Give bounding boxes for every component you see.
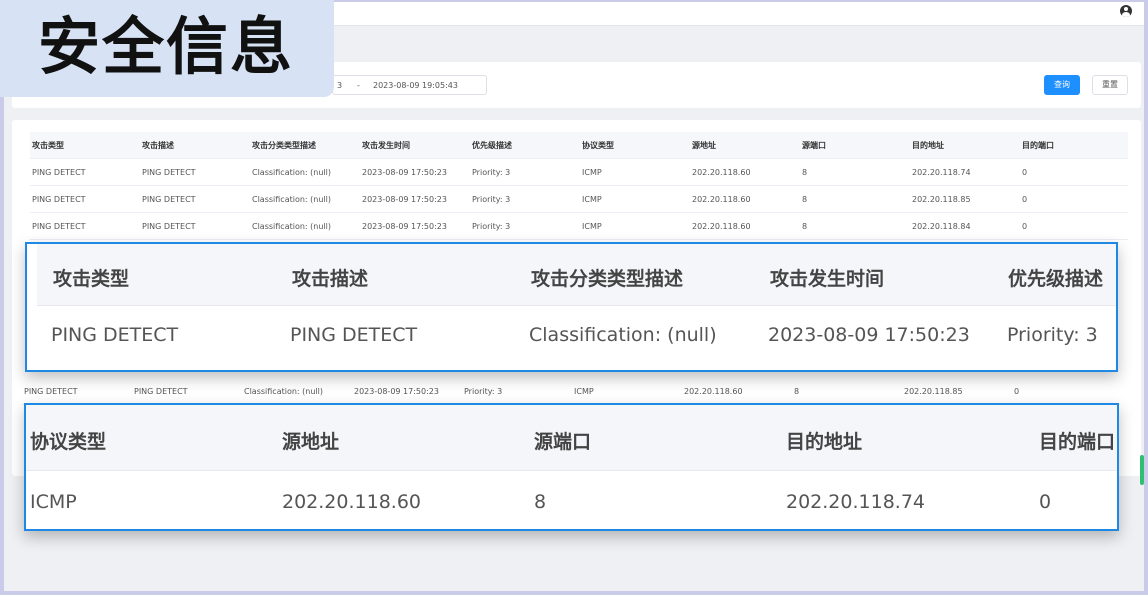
- table-cell: 2023-08-09 17:50:23: [362, 222, 447, 231]
- zoom-value-cell: Priority: 3: [1007, 324, 1098, 346]
- table-cell: PING DETECT: [32, 168, 86, 177]
- zoom-value-cell: 8: [534, 491, 547, 513]
- column-header[interactable]: 攻击分类类型描述: [252, 132, 316, 159]
- user-icon[interactable]: [1120, 5, 1132, 17]
- zoom-header-cell: 攻击类型: [53, 268, 130, 290]
- zoom-value-cell: 202.20.118.74: [786, 491, 926, 513]
- table-cell: PING DETECT: [32, 195, 86, 204]
- table-cell: 202.20.118.60: [692, 222, 751, 231]
- zoom-header-cell: 源端口: [534, 431, 592, 453]
- table-cell: Priority: 3: [472, 168, 511, 177]
- table-cell: 202.20.118.60: [684, 387, 743, 396]
- table-cell: 8: [802, 195, 808, 204]
- query-button[interactable]: 查询: [1044, 75, 1080, 95]
- column-header[interactable]: 攻击描述: [142, 132, 174, 159]
- scroll-indicator[interactable]: [1140, 455, 1144, 485]
- table-cell: 202.20.118.60: [692, 195, 751, 204]
- column-header[interactable]: 协议类型: [582, 132, 614, 159]
- column-header[interactable]: 优先级描述: [472, 132, 512, 159]
- zoom-header-cell: 目的端口: [1039, 431, 1116, 453]
- table-lower-row-area: PING DETECT PING DETECT Classification: …: [22, 378, 1120, 405]
- column-header[interactable]: 源端口: [802, 132, 826, 159]
- table-cell: Classification: (null): [252, 168, 331, 177]
- zoom-value-cell: 0: [1039, 491, 1052, 513]
- table-cell: PING DETECT: [32, 222, 86, 231]
- table-cell: 2023-08-09 17:50:23: [362, 195, 447, 204]
- column-header[interactable]: 目的地址: [912, 132, 944, 159]
- zoom-header: 协议类型 源地址 源端口 目的地址 目的端口: [26, 405, 1117, 471]
- zoom-header-cell: 目的地址: [786, 431, 863, 453]
- date-range-picker[interactable]: 3 - 2023-08-09 19:05:43: [332, 75, 487, 95]
- table-cell: Classification: (null): [252, 195, 331, 204]
- table-cell: 0: [1022, 222, 1028, 231]
- table-cell: 8: [802, 222, 808, 231]
- date-range-separator: -: [357, 81, 360, 90]
- zoom-value-cell: PING DETECT: [51, 324, 179, 346]
- zoom-header-cell: 攻击分类类型描述: [531, 268, 684, 290]
- table-cell: 202.20.118.60: [692, 168, 751, 177]
- table-row[interactable]: PING DETECT PING DETECT Classification: …: [22, 378, 1120, 405]
- zoom-header-cell: 攻击发生时间: [770, 268, 885, 290]
- table-cell: ICMP: [582, 195, 602, 204]
- table-cell: PING DETECT: [142, 222, 196, 231]
- table-cell: 0: [1022, 168, 1028, 177]
- table-header-row: 攻击类型 攻击描述 攻击分类类型描述 攻击发生时间 优先级描述 协议类型 源地址…: [30, 132, 1128, 159]
- column-header[interactable]: 源地址: [692, 132, 716, 159]
- column-header[interactable]: 目的端口: [1022, 132, 1054, 159]
- table-cell: PING DETECT: [142, 168, 196, 177]
- zoom-header-cell: 源地址: [282, 431, 340, 453]
- table-cell: 202.20.118.84: [912, 222, 971, 231]
- table-cell: 2023-08-09 17:50:23: [354, 387, 439, 396]
- column-header[interactable]: 攻击类型: [32, 132, 64, 159]
- table-cell: 0: [1022, 195, 1028, 204]
- page-title: 安全信息: [38, 10, 295, 83]
- table-cell: 202.20.118.74: [912, 168, 971, 177]
- table-row[interactable]: PING DETECT PING DETECT Classification: …: [30, 213, 1128, 240]
- table-cell: Classification: (null): [252, 222, 331, 231]
- zoom-value-cell: 2023-08-09 17:50:23: [768, 324, 970, 346]
- date-range-end: 2023-08-09 19:05:43: [373, 81, 458, 90]
- reset-button[interactable]: 重置: [1092, 75, 1128, 95]
- zoom-value-cell: 202.20.118.60: [282, 491, 422, 513]
- title-banner: 安全信息: [0, 0, 334, 97]
- table-cell: Priority: 3: [472, 222, 511, 231]
- column-header[interactable]: 攻击发生时间: [362, 132, 410, 159]
- table-cell: 8: [794, 387, 800, 396]
- zoom-value-cell: Classification: (null): [529, 324, 717, 346]
- zoom-header: 攻击类型 攻击描述 攻击分类类型描述 攻击发生时间 优先级描述: [37, 244, 1116, 306]
- table-cell: Priority: 3: [464, 387, 503, 396]
- table-cell: 202.20.118.85: [904, 387, 963, 396]
- table-cell: 8: [802, 168, 808, 177]
- zoom-header-cell: 协议类型: [30, 431, 107, 453]
- table-cell: PING DETECT: [24, 387, 78, 396]
- zoom-callout-right-columns: 协议类型 源地址 源端口 目的地址 目的端口 ICMP 202.20.118.6…: [24, 403, 1119, 531]
- table-cell: Classification: (null): [244, 387, 323, 396]
- table-cell: ICMP: [582, 168, 602, 177]
- table-cell: 2023-08-09 17:50:23: [362, 168, 447, 177]
- table-cell: ICMP: [574, 387, 594, 396]
- zoom-value-cell: ICMP: [30, 491, 77, 513]
- table-cell: 202.20.118.85: [912, 195, 971, 204]
- zoom-header-cell: 攻击描述: [292, 268, 369, 290]
- zoom-header-cell: 优先级描述: [1008, 268, 1104, 290]
- table-cell: PING DETECT: [134, 387, 188, 396]
- date-range-start: 3: [337, 81, 343, 90]
- table-cell: Priority: 3: [472, 195, 511, 204]
- alerts-table: 攻击类型 攻击描述 攻击分类类型描述 攻击发生时间 优先级描述 协议类型 源地址…: [30, 132, 1128, 240]
- table-row[interactable]: PING DETECT PING DETECT Classification: …: [30, 186, 1128, 213]
- table-cell: PING DETECT: [142, 195, 196, 204]
- zoom-value-cell: PING DETECT: [290, 324, 418, 346]
- table-row[interactable]: PING DETECT PING DETECT Classification: …: [30, 159, 1128, 186]
- table-cell: 0: [1014, 387, 1020, 396]
- table-cell: ICMP: [582, 222, 602, 231]
- zoom-callout-left-columns: 攻击类型 攻击描述 攻击分类类型描述 攻击发生时间 优先级描述 PING DET…: [25, 242, 1118, 372]
